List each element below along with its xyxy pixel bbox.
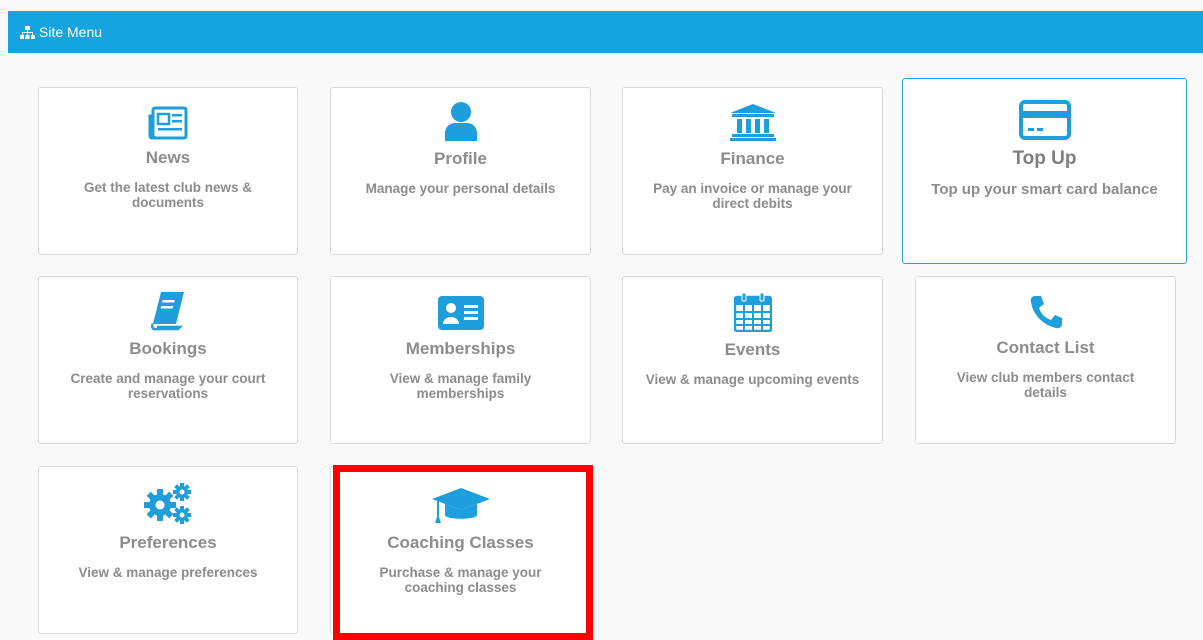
tile-title: Top Up xyxy=(1012,148,1077,169)
tile-memberships[interactable]: Memberships View & manage family members… xyxy=(330,276,591,444)
tile-preferences[interactable]: Preferences View & manage preferences xyxy=(38,466,298,634)
tile-description: Get the latest club news & documents xyxy=(83,180,253,210)
tile-title: News xyxy=(145,148,191,167)
id-card-icon xyxy=(437,296,484,330)
gears-icon xyxy=(144,483,191,524)
book-icon xyxy=(151,292,184,331)
tile-description: View & manage upcoming events xyxy=(645,372,860,387)
calendar-icon xyxy=(733,292,772,332)
graduation-cap-icon xyxy=(431,488,490,523)
tile-finance[interactable]: Finance Pay an invoice or manage your di… xyxy=(622,87,883,255)
tile-news[interactable]: News Get the latest club news & document… xyxy=(38,87,298,255)
tile-description: Purchase & manage your coaching classes xyxy=(379,565,542,595)
tile-title: Memberships xyxy=(405,339,516,358)
tile-title: Finance xyxy=(720,149,785,168)
user-icon xyxy=(444,102,477,141)
tile-title: Events xyxy=(724,340,781,359)
tile-description: Manage your personal details xyxy=(365,181,556,196)
header-title: Site Menu xyxy=(39,24,103,40)
tile-description: View & manage family memberships xyxy=(389,371,532,401)
tile-description: Pay an invoice or manage your direct deb… xyxy=(653,181,852,211)
tile-bookings[interactable]: Bookings Create and manage your court re… xyxy=(38,276,298,444)
tile-events[interactable]: Events View & manage upcoming events xyxy=(622,276,883,444)
tile-description: Top up your smart card balance xyxy=(931,181,1158,198)
tile-description: View & manage preferences xyxy=(78,565,258,580)
tile-description: Create and manage your court reservation… xyxy=(70,371,266,401)
tile-coaching-classes[interactable]: Coaching Classes Purchase & manage your … xyxy=(330,466,591,634)
tile-title: Contact List xyxy=(996,338,1095,357)
newspaper-icon xyxy=(148,106,188,140)
tile-description: View club members contact details xyxy=(956,370,1135,400)
tile-title: Profile xyxy=(434,149,487,168)
sitemap-icon xyxy=(20,25,35,39)
tile-title: Coaching Classes xyxy=(387,533,534,552)
phone-icon xyxy=(1030,296,1062,329)
tile-title: Preferences xyxy=(119,533,217,552)
bank-icon xyxy=(729,104,776,141)
tile-contact-list[interactable]: Contact List View club members contact d… xyxy=(915,276,1176,444)
tile-profile[interactable]: Profile Manage your personal details xyxy=(330,87,591,255)
credit-card-icon xyxy=(1018,100,1071,140)
tile-top-up[interactable]: Top Up Top up your smart card balance xyxy=(902,78,1187,264)
site-menu-header: Site Menu xyxy=(8,11,1203,53)
tile-title: Bookings xyxy=(129,339,207,358)
